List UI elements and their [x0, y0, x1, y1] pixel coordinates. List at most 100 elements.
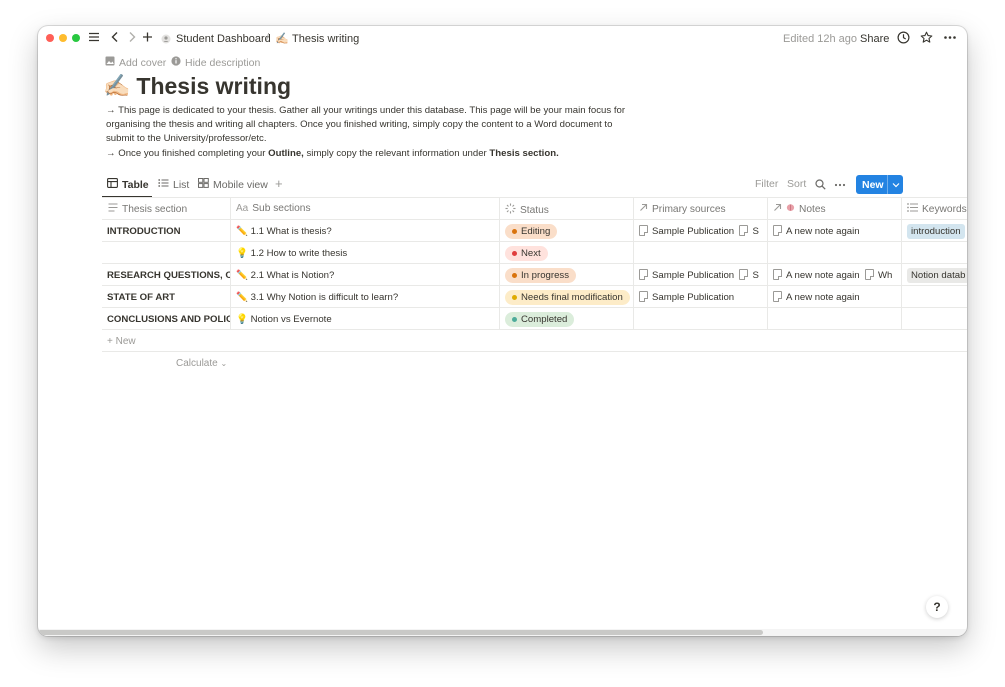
add-page-icon[interactable] — [142, 30, 153, 46]
column-header-notes[interactable]: Notes — [773, 203, 826, 215]
close-window-button[interactable] — [46, 34, 54, 42]
search-icon[interactable] — [815, 179, 826, 193]
table-row-4-status[interactable]: Needs final modification — [505, 290, 633, 305]
filter-button[interactable]: Filter — [755, 178, 778, 190]
top-bar: Student Dashboard / ✍🏻 Thesis writing Ed… — [38, 26, 967, 52]
table-row-5-subsection[interactable]: 💡 Notion vs Evernote — [236, 313, 494, 326]
table-row-2-status[interactable]: Next — [505, 246, 630, 261]
menu-icon[interactable] — [88, 30, 100, 46]
app-window: Student Dashboard / ✍🏻 Thesis writing Ed… — [38, 26, 967, 636]
status-badge: In progress — [505, 268, 576, 283]
new-record-label: New — [862, 178, 884, 191]
status-badge: Next — [505, 246, 548, 261]
view-more-icon[interactable] — [834, 180, 846, 192]
table-row-1-notes[interactable]: A new note again — [773, 225, 900, 238]
chevron-down-icon[interactable] — [887, 175, 903, 194]
grid-line — [901, 197, 902, 330]
page-title-emoji: ✍🏻 — [103, 73, 131, 98]
description-line-2: → Once you finished completing your Outl… — [106, 147, 559, 159]
forward-arrow-icon[interactable] — [127, 30, 137, 46]
column-header-primary-sources[interactable]: Primary sources — [639, 203, 726, 215]
history-clock-icon[interactable] — [897, 31, 910, 47]
grid-line — [102, 197, 967, 198]
back-arrow-icon[interactable] — [110, 30, 120, 46]
pencil-emoji-icon: ✏️ — [236, 270, 248, 281]
grid-line — [633, 197, 634, 330]
grid-line — [499, 197, 500, 330]
add-row-button[interactable]: + New — [107, 335, 136, 348]
table-row-4-primary-sources[interactable]: Sample Publication — [639, 291, 766, 304]
more-options-icon[interactable] — [943, 31, 957, 47]
table-row-3-notes[interactable]: A new note again Wh — [773, 269, 901, 282]
favorite-star-icon[interactable] — [920, 31, 933, 47]
table-row-3-subsection[interactable]: ✏️ 2.1 What is Notion? — [236, 269, 494, 282]
table-row-5-section[interactable]: CONCLUSIONS AND POLIC — [107, 313, 230, 326]
grid-line — [102, 241, 967, 242]
help-button[interactable]: ? — [926, 596, 948, 618]
keyword-tag: introduction — [907, 224, 965, 239]
gallery-icon — [198, 178, 209, 191]
add-cover-label: Add cover — [119, 56, 167, 69]
table-row-4-notes[interactable]: A new note again — [773, 291, 900, 304]
outline-bold: Outline, — [268, 147, 304, 159]
page-title-row: ✍🏻 Thesis writing — [103, 72, 291, 100]
table-row-3-keywords[interactable]: Notion datab — [907, 268, 967, 283]
column-header-status[interactable]: Status — [505, 203, 549, 217]
tab-list-label: List — [173, 178, 190, 191]
table-row-3-section[interactable]: RESEARCH QUESTIONS, OI — [107, 269, 230, 282]
column-header-sub-sections[interactable]: Aa Sub sections — [236, 203, 311, 214]
status-loading-icon — [505, 203, 516, 217]
page-icon — [639, 291, 648, 302]
maximize-window-button[interactable] — [72, 34, 80, 42]
add-view-icon[interactable]: + — [275, 176, 283, 191]
table-row-4-subsection[interactable]: ✏️ 3.1 Why Notion is difficult to learn? — [236, 291, 494, 304]
multi-select-icon — [907, 203, 918, 215]
sort-button[interactable]: Sort — [787, 178, 806, 190]
page-icon — [739, 269, 749, 280]
column-header-thesis-section[interactable]: Thesis section — [108, 203, 187, 215]
breadcrumb-current[interactable]: Thesis writing — [292, 32, 359, 46]
table-row-4-section[interactable]: STATE OF ART — [107, 291, 225, 304]
image-icon — [105, 56, 115, 69]
table-row-3-primary-sources[interactable]: Sample Publication S — [639, 269, 766, 282]
grid-line — [230, 197, 231, 330]
grid-line — [102, 307, 967, 308]
page-icon — [639, 269, 648, 280]
table-row-1-section[interactable]: INTRODUCTION — [107, 225, 225, 238]
grid-line — [102, 285, 967, 286]
page-description[interactable]: → This page is dedicated to your thesis.… — [106, 104, 636, 161]
info-icon — [171, 56, 181, 69]
tab-table[interactable]: Table — [107, 178, 149, 191]
status-badge: Completed — [505, 312, 575, 327]
table-row-5-status[interactable]: Completed — [505, 312, 630, 327]
horizontal-scrollbar-thumb[interactable] — [38, 630, 763, 635]
new-record-button[interactable]: New — [856, 175, 903, 194]
breadcrumb-page-emoji: ✍🏻 — [275, 33, 289, 45]
pencil-emoji-icon: ✏️ — [236, 226, 248, 237]
table-row-3-status[interactable]: In progress — [505, 268, 630, 283]
share-button[interactable]: Share — [860, 32, 889, 46]
calculate-button[interactable]: Calculate ⌄ — [176, 357, 227, 370]
tab-mobile-view[interactable]: Mobile view — [198, 178, 268, 191]
title-aa-icon: Aa — [236, 203, 249, 214]
breadcrumb-parent[interactable]: Student Dashboard — [176, 32, 271, 46]
table-row-2-subsection[interactable]: 💡 1.2 How to write thesis — [236, 247, 494, 260]
lightbulb-emoji-icon: 💡 — [236, 314, 248, 325]
table-row-1-primary-sources[interactable]: Sample Publication S — [639, 225, 766, 238]
add-cover-button[interactable]: Add cover — [105, 56, 166, 69]
table-row-1-status[interactable]: Editing — [505, 224, 630, 239]
grid-line — [102, 329, 967, 330]
column-header-keywords[interactable]: Keywords — [907, 203, 967, 215]
tab-list[interactable]: List — [158, 178, 189, 191]
list-icon — [158, 178, 169, 191]
plus-icon: + — [107, 336, 113, 347]
edited-timestamp: Edited 12h ago — [783, 33, 858, 45]
status-badge: Needs final modification — [505, 290, 630, 305]
minimize-window-button[interactable] — [59, 34, 67, 42]
table-row-1-keywords[interactable]: introduction — [907, 224, 967, 239]
hide-description-button[interactable]: Hide description — [171, 56, 260, 69]
dashboard-page-icon — [161, 31, 171, 47]
description-line-1: → This page is dedicated to your thesis.… — [106, 105, 626, 145]
page-title[interactable]: Thesis writing — [136, 72, 291, 100]
table-row-1-subsection[interactable]: ✏️ 1.1 What is thesis? — [236, 225, 494, 238]
